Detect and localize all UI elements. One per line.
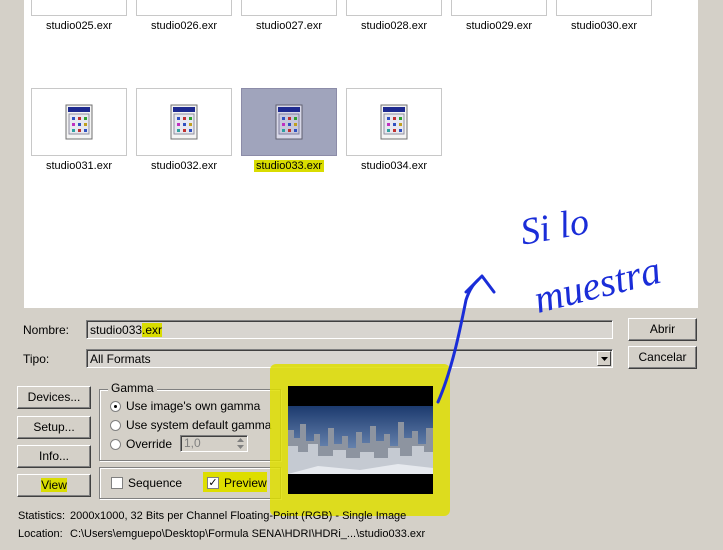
annotation-line2: muestra — [529, 247, 665, 322]
handwritten-annotation: Si lo muestra — [436, 200, 665, 404]
annotation-line1: Si lo — [517, 200, 592, 253]
